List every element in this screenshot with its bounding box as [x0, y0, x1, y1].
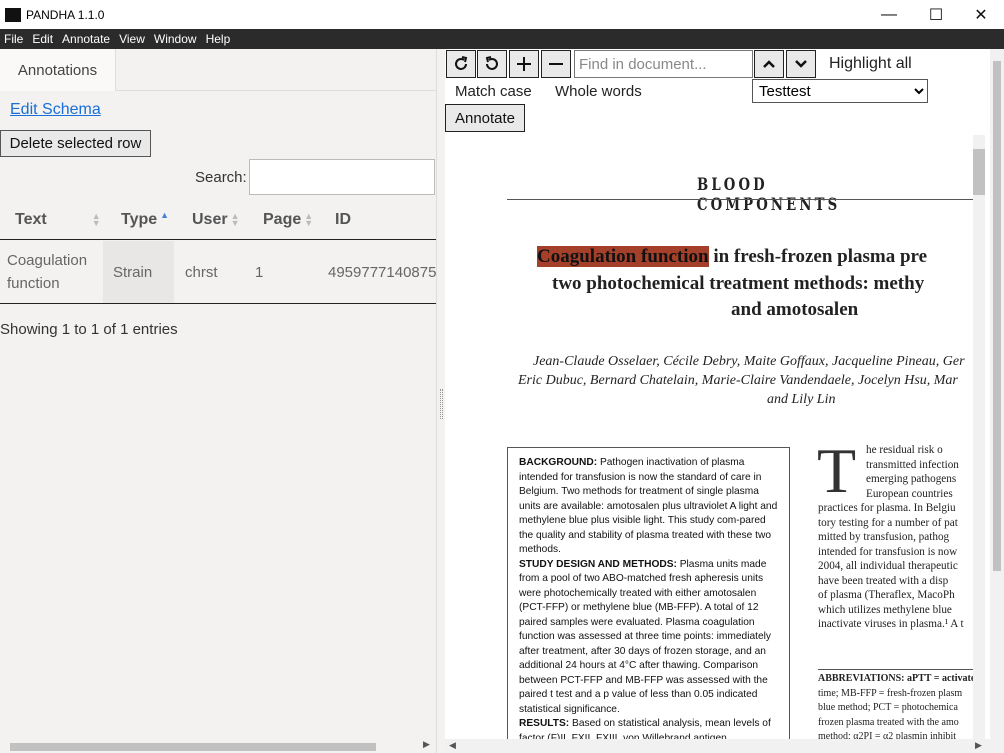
sort-icon: ▲ ▼ [304, 211, 314, 228]
chevron-down-icon [795, 60, 807, 68]
pdf-viewer[interactable]: BLOOD COMPONENTS Coagulation function in… [445, 135, 1004, 753]
match-case-toggle[interactable]: Match case [455, 83, 532, 100]
body-line: European countries [866, 488, 953, 500]
rotate-clockwise-button[interactable] [446, 50, 476, 78]
sort-icon: ▲ ▼ [91, 211, 101, 228]
page-scrollbar[interactable] [973, 135, 985, 753]
find-next-button[interactable] [786, 50, 816, 78]
annotations-panel: Annotations Edit Schema Delete selected … [0, 49, 436, 753]
body-line: intended for transfusion is now [818, 546, 958, 558]
scroll-right-icon[interactable]: ▶ [423, 739, 430, 750]
menu-window[interactable]: Window [150, 32, 201, 46]
column-header-page[interactable]: Page ▲ ▼ [263, 200, 314, 240]
table-header: Text ▲ ▼ Type ▲ User ▲ ▼ Page ▲ ▼ ID [0, 200, 436, 240]
annotation-highlight[interactable]: Coagulation function [537, 246, 709, 267]
app-icon [5, 7, 21, 22]
scrollbar-thumb[interactable] [993, 61, 1001, 571]
document-page: BLOOD COMPONENTS Coagulation function in… [445, 135, 973, 753]
find-previous-button[interactable] [754, 50, 784, 78]
authors-line-2: Eric Dubuc, Bernard Chatelain, Marie-Cla… [518, 373, 958, 388]
find-in-document-input[interactable] [574, 50, 753, 78]
title-bar: PANDHA 1.1.0 — ☐ ✕ [0, 0, 1004, 29]
article-title-line-3: and amotosalen [731, 299, 859, 320]
maximize-button[interactable]: ☐ [913, 0, 959, 29]
rotate-counterclockwise-button[interactable] [477, 50, 507, 78]
delete-selected-row-button[interactable]: Delete selected row [0, 130, 151, 157]
footnote-line: ABBREVIATIONS: aPTT = activate [818, 673, 973, 684]
sort-icon: ▲ ▼ [230, 211, 240, 228]
body-line: 2004, all individual therapeutic [818, 560, 958, 572]
plus-icon [517, 57, 531, 71]
body-line: inactivate viruses in plasma.¹ A t [818, 618, 964, 630]
cell-type: Strain [103, 241, 174, 303]
column-header-id[interactable]: ID [335, 200, 351, 240]
article-title-line-1: Coagulation function in fresh-frozen pla… [537, 246, 928, 267]
authors-line-3: and Lily Lin [767, 392, 836, 407]
body-line: transmitted infection [866, 459, 959, 471]
minimize-button[interactable]: — [866, 0, 912, 29]
search-label: Search: [195, 169, 247, 186]
horizontal-scrollbar[interactable]: ▶ [0, 739, 436, 753]
split-divider[interactable] [436, 49, 445, 753]
body-line: tory testing for a number of pat [818, 517, 958, 529]
menu-edit[interactable]: Edit [28, 32, 57, 46]
cell-text: Coagulation function [7, 252, 88, 292]
schema-select[interactable]: Testtest [752, 79, 928, 103]
journal-header: BLOOD COMPONENTS [697, 175, 841, 215]
whole-words-toggle[interactable]: Whole words [555, 83, 642, 100]
document-panel: Highlight all Match case Whole words Tes… [445, 49, 1004, 753]
drop-cap: T [817, 435, 857, 506]
edit-schema-link[interactable]: Edit Schema [10, 101, 101, 119]
authors-line-1: Jean-Claude Osselaer, Cécile Debry, Mait… [533, 354, 965, 369]
header-rule [507, 199, 973, 200]
column-header-type[interactable]: Type ▲ [121, 200, 170, 240]
scroll-left-icon[interactable]: ◀ [449, 740, 456, 751]
highlight-all-toggle[interactable]: Highlight all [829, 55, 912, 73]
table-row[interactable]: Coagulation function Strain chrst 1 4959… [0, 241, 436, 304]
footnote-line: frozen plasma treated with the amo [818, 717, 959, 728]
scrollbar-thumb[interactable] [10, 743, 376, 751]
menu-bar: File Edit Annotate View Window Help [0, 29, 1004, 49]
menu-annotate[interactable]: Annotate [58, 32, 114, 46]
tab-annotations[interactable]: Annotations [0, 49, 116, 91]
cell-page: 1 [255, 263, 264, 281]
menu-help[interactable]: Help [202, 32, 235, 46]
table-info: Showing 1 to 1 of 1 entries [0, 321, 178, 338]
sort-ascending-icon: ▲ [160, 209, 170, 220]
search-input[interactable] [249, 159, 435, 195]
footnote-rule [818, 669, 973, 670]
window-title: PANDHA 1.1.0 [26, 7, 105, 22]
footnote-line: time; MB-FFP = fresh-frozen plasm [818, 688, 963, 699]
panel-scrollbar[interactable] [990, 49, 1004, 753]
body-line: practices for plasma. In Belgiu [818, 502, 956, 514]
body-line: which utilizes methylene blue [818, 604, 952, 616]
close-button[interactable]: ✕ [958, 0, 1004, 29]
body-line: emerging pathogens [866, 473, 957, 485]
body-line: mitted by transfusion, pathog [818, 531, 950, 543]
column-header-user[interactable]: User ▲ ▼ [192, 200, 240, 240]
chevron-up-icon [763, 60, 775, 68]
footnote-line: blue method; PCT = photochemica [818, 702, 958, 713]
cell-user: chrst [185, 263, 218, 281]
annotate-button[interactable]: Annotate [445, 104, 525, 132]
body-line: have been treated with a disp [818, 575, 949, 587]
body-line: he residual risk o [866, 444, 943, 456]
menu-file[interactable]: File [0, 32, 27, 46]
horizontal-scrollbar[interactable]: ◀ ▶ [445, 739, 990, 753]
body-line: of plasma (Theraflex, MacoPh [818, 589, 955, 601]
abstract-box: BACKGROUND: Pathogen inactivation of pla… [507, 447, 790, 753]
zoom-out-button[interactable] [541, 50, 571, 78]
undo-icon [485, 56, 498, 70]
menu-view[interactable]: View [115, 32, 149, 46]
cell-id: 4959777140875 [328, 263, 436, 281]
zoom-in-button[interactable] [509, 50, 539, 78]
tab-divider [116, 90, 436, 91]
redo-icon [455, 56, 468, 70]
article-title-line-2: two photochemical treatment methods: met… [552, 273, 925, 294]
column-header-text[interactable]: Text ▲ ▼ [15, 200, 101, 240]
scroll-right-icon[interactable]: ▶ [975, 740, 982, 751]
drag-handle-icon[interactable] [440, 389, 443, 419]
scrollbar-thumb[interactable] [973, 149, 985, 195]
minus-icon [549, 63, 563, 65]
